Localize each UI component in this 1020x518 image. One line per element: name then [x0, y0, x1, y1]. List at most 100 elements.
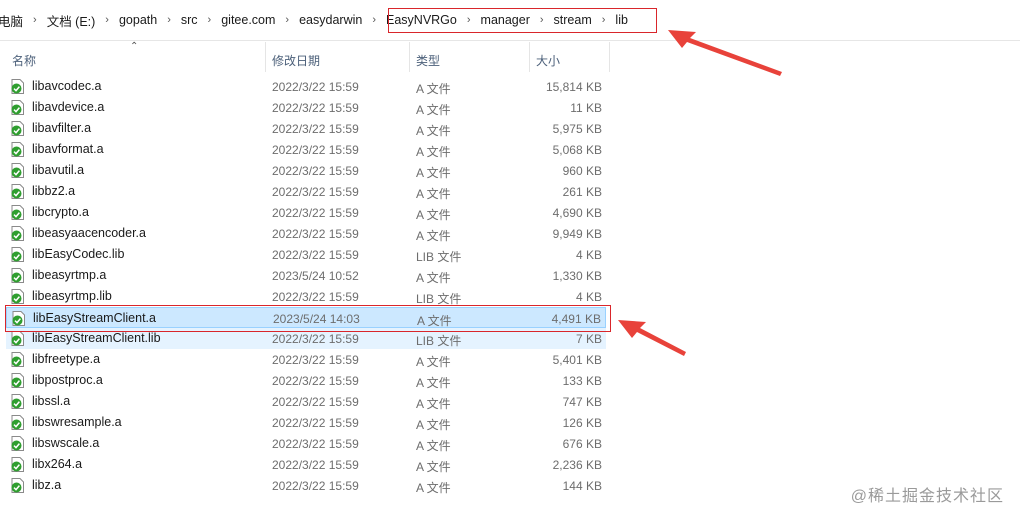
file-size: 126 KB — [562, 416, 602, 430]
file-row[interactable]: libavformat.a 2022/3/22 15:59 A 文件 5,068 KB — [6, 139, 606, 160]
column-header-name[interactable]: 名称 — [12, 52, 36, 69]
file-name: libEasyStreamClient.lib — [32, 331, 161, 345]
chevron-right-icon[interactable]: › — [30, 14, 40, 26]
column-divider[interactable] — [529, 42, 530, 72]
column-divider[interactable] — [409, 42, 410, 72]
file-type: A 文件 — [416, 271, 451, 285]
breadcrumb-item-lib[interactable]: lib — [608, 13, 635, 27]
file-size: 7 KB — [575, 332, 602, 346]
file-date: 2022/3/22 15:59 — [272, 80, 359, 94]
file-type: A 文件 — [416, 166, 451, 180]
file-type: A 文件 — [416, 187, 451, 201]
column-divider[interactable] — [265, 42, 266, 72]
file-size: 2,236 KB — [552, 458, 602, 472]
file-type: A 文件 — [416, 376, 451, 390]
file-row[interactable]: libeasyrtmp.a 2023/5/24 10:52 A 文件 1,330 KB — [6, 265, 606, 286]
file-type: A 文件 — [416, 418, 451, 432]
column-header-size[interactable]: 大小 — [536, 52, 560, 69]
address-bar[interactable]: 电脑 › 文档 (E:) › gopath › src › gitee.com … — [0, 0, 1020, 41]
file-size: 676 KB — [562, 437, 602, 451]
file-type: LIB 文件 — [416, 334, 462, 348]
chevron-right-icon[interactable]: › — [464, 14, 474, 26]
column-header-date[interactable]: 修改日期 — [272, 52, 320, 69]
file-name: libavformat.a — [32, 142, 104, 156]
file-check-icon — [11, 394, 24, 409]
file-size: 4 KB — [575, 290, 602, 304]
file-row[interactable]: libEasyStreamClient.lib 2022/3/22 15:59 LI… — [6, 328, 606, 349]
file-name: libpostproc.a — [32, 373, 103, 387]
file-size: 9,949 KB — [552, 227, 602, 241]
file-name: libavcodec.a — [32, 79, 102, 93]
file-row[interactable]: libeasyaacencoder.a 2022/3/22 15:59 A 文件 9,… — [6, 223, 606, 244]
file-row[interactable]: libpostproc.a 2022/3/22 15:59 A 文件 133 KB — [6, 370, 606, 391]
chevron-right-icon[interactable]: › — [205, 14, 215, 26]
file-row[interactable]: libEasyCodec.lib 2022/3/22 15:59 LIB 文件 4 K… — [6, 244, 606, 265]
file-name: libavdevice.a — [32, 100, 105, 114]
file-type: LIB 文件 — [416, 292, 462, 306]
chevron-right-icon[interactable]: › — [599, 14, 609, 26]
file-name: libavutil.a — [32, 163, 85, 177]
file-date: 2022/3/22 15:59 — [272, 248, 359, 262]
file-date: 2022/3/22 15:59 — [272, 395, 359, 409]
file-date: 2023/5/24 10:52 — [272, 269, 359, 283]
chevron-right-icon[interactable]: › — [369, 14, 379, 26]
file-row[interactable]: libavutil.a 2022/3/22 15:59 A 文件 960 KB — [6, 160, 606, 181]
file-date: 2022/3/22 15:59 — [272, 416, 359, 430]
file-check-icon — [12, 311, 25, 326]
breadcrumb-item-drive[interactable]: 文档 (E:) — [40, 11, 103, 30]
file-name: libz.a — [32, 478, 62, 492]
chevron-right-icon[interactable]: › — [537, 14, 547, 26]
file-row[interactable]: libswscale.a 2022/3/22 15:59 A 文件 676 KB — [6, 433, 606, 454]
file-row[interactable]: libswresample.a 2022/3/22 15:59 A 文件 126 KB — [6, 412, 606, 433]
chevron-right-icon[interactable]: › — [164, 14, 174, 26]
file-type: A 文件 — [416, 145, 451, 159]
breadcrumb-item-easynvrgo[interactable]: EasyNVRGo — [379, 13, 464, 27]
file-date: 2022/3/22 15:59 — [272, 143, 359, 157]
file-row[interactable]: libeasyrtmp.lib 2022/3/22 15:59 LIB 文件 4 KB — [6, 286, 606, 307]
breadcrumb-item-gitee[interactable]: gitee.com — [214, 13, 282, 27]
breadcrumb-item-stream[interactable]: stream — [547, 13, 599, 27]
file-row[interactable]: libssl.a 2022/3/22 15:59 A 文件 747 KB — [6, 391, 606, 412]
file-date: 2022/3/22 15:59 — [272, 185, 359, 199]
file-date: 2022/3/22 15:59 — [272, 353, 359, 367]
file-check-icon — [11, 478, 24, 493]
file-row[interactable]: libcrypto.a 2022/3/22 15:59 A 文件 4,690 KB — [6, 202, 606, 223]
file-type: A 文件 — [416, 103, 451, 117]
file-date: 2022/3/22 15:59 — [272, 101, 359, 115]
chevron-right-icon[interactable]: › — [102, 14, 112, 26]
file-name: libeasyrtmp.a — [32, 268, 107, 282]
watermark: @稀土掘金技术社区 — [850, 488, 1004, 505]
file-type: A 文件 — [416, 124, 451, 138]
file-check-icon — [11, 352, 24, 367]
file-row[interactable]: libx264.a 2022/3/22 15:59 A 文件 2,236 KB — [6, 454, 606, 475]
file-size: 5,401 KB — [552, 353, 602, 367]
file-check-icon — [11, 142, 24, 157]
file-check-icon — [11, 184, 24, 199]
breadcrumb-item-manager[interactable]: manager — [474, 13, 537, 27]
file-row[interactable]: libavcodec.a 2022/3/22 15:59 A 文件 15,814 KB — [6, 76, 606, 97]
file-row[interactable]: libavfilter.a 2022/3/22 15:59 A 文件 5,975 KB — [6, 118, 606, 139]
file-date: 2022/3/22 15:59 — [272, 206, 359, 220]
file-size: 4,491 KB — [551, 312, 601, 326]
breadcrumb-item-src[interactable]: src — [174, 13, 205, 27]
file-row[interactable]: libavdevice.a 2022/3/22 15:59 A 文件 11 KB — [6, 97, 606, 118]
file-row[interactable]: libz.a 2022/3/22 15:59 A 文件 144 KB — [6, 475, 606, 496]
file-check-icon — [11, 373, 24, 388]
file-check-icon — [11, 205, 24, 220]
file-check-icon — [11, 163, 24, 178]
breadcrumb-item-computer[interactable]: 电脑 — [0, 11, 30, 30]
file-row[interactable]: libfreetype.a 2022/3/22 15:59 A 文件 5,401 KB — [6, 349, 606, 370]
file-check-icon — [11, 457, 24, 472]
file-type: A 文件 — [416, 208, 451, 222]
breadcrumb-item-easydarwin[interactable]: easydarwin — [292, 13, 369, 27]
file-size: 15,814 KB — [545, 80, 602, 94]
file-check-icon — [11, 436, 24, 451]
file-row[interactable]: libEasyStreamClient.a 2023/5/24 14:03 A 文件… — [6, 307, 606, 328]
column-header-type[interactable]: 类型 — [416, 52, 440, 69]
file-row[interactable]: libbz2.a 2022/3/22 15:59 A 文件 261 KB — [6, 181, 606, 202]
breadcrumb-item-gopath[interactable]: gopath — [112, 13, 164, 27]
file-type: A 文件 — [416, 82, 451, 96]
column-divider[interactable] — [609, 42, 610, 72]
chevron-right-icon[interactable]: › — [282, 14, 292, 26]
file-name: libeasyaacencoder.a — [32, 226, 146, 240]
